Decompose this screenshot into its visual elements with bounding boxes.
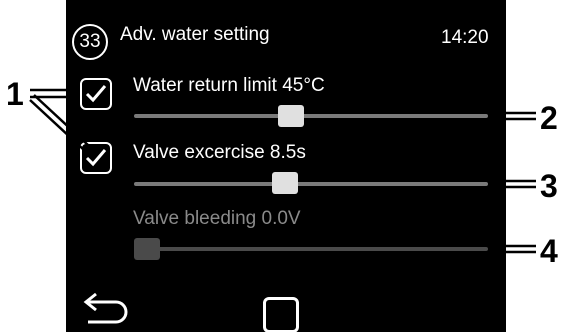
valve-bleeding-slider [134,247,488,251]
clock-time: 14:20 [441,27,489,48]
valve-exercise-label: Valve excercise 8.5s [133,142,306,163]
checkmark-icon [85,149,107,167]
water-return-limit-slider-thumb[interactable] [278,105,305,127]
screen-number: 33 [79,31,101,52]
valve-bleeding-slider-thumb [134,238,160,260]
device-screen [66,0,506,332]
water-return-limit-slider[interactable] [134,114,488,118]
back-arrow-icon [83,292,128,324]
valve-exercise-slider-thumb[interactable] [271,172,298,194]
back-button[interactable] [82,290,132,333]
screen-number-badge: 33 [72,24,108,60]
page-title: Adv. water setting [120,24,270,45]
valve-exercise-checkbox[interactable] [80,142,112,174]
water-return-limit-label: Water return limit 45°C [133,75,325,96]
callout-3: 3 [540,168,558,204]
callout-2: 2 [540,100,558,136]
callout-1: 1 [6,76,24,112]
valve-exercise-slider[interactable] [134,182,488,186]
valve-bleeding-label: Valve bleeding 0.0V [133,208,301,229]
checkmark-icon [85,85,107,103]
home-button[interactable] [263,297,299,333]
callout-4: 4 [540,233,558,269]
water-return-limit-checkbox[interactable] [80,78,112,110]
